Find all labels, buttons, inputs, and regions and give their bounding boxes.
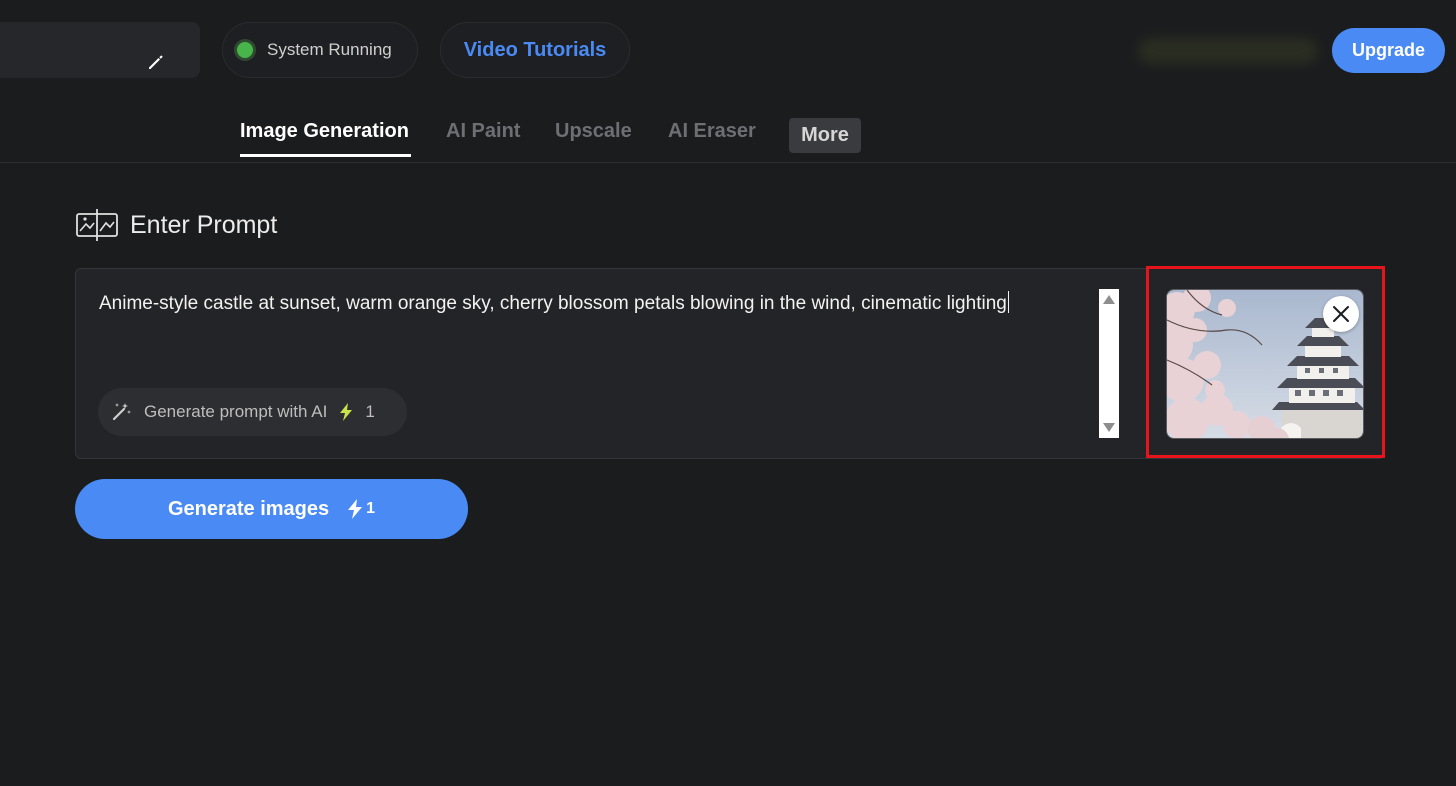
ai-prompt-label: Generate prompt with AI xyxy=(144,402,328,421)
generate-images-label: Generate images xyxy=(167,497,330,520)
tab-upscale[interactable]: Upscale xyxy=(555,120,632,143)
prompt-textarea[interactable]: Anime-style castle at sunset, warm orang… xyxy=(99,291,1089,316)
text-caret xyxy=(1007,291,1009,313)
top-bar: System Running Video Tutorials Upgrade xyxy=(0,0,1456,100)
prompt-text: Anime-style castle at sunset, warm orang… xyxy=(99,293,1007,314)
scroll-up-arrow-icon[interactable] xyxy=(1103,295,1115,304)
magic-wand-icon xyxy=(112,403,131,421)
close-icon xyxy=(1333,306,1349,322)
section-title: Enter Prompt xyxy=(130,210,278,239)
upgrade-button[interactable]: Upgrade xyxy=(1332,28,1445,73)
prompt-scrollbar[interactable] xyxy=(1099,289,1119,438)
generate-images-button[interactable]: Generate images 1 xyxy=(75,479,468,539)
blurred-account-chip xyxy=(1138,38,1318,64)
active-tab-underline xyxy=(240,154,411,157)
remove-image-button[interactable] xyxy=(1323,296,1359,332)
scroll-down-arrow-icon[interactable] xyxy=(1103,423,1115,432)
prompt-section-header: Enter Prompt xyxy=(76,208,277,242)
tab-ai-eraser[interactable]: AI Eraser xyxy=(668,120,756,143)
image-compare-icon xyxy=(76,209,118,241)
video-tutorials-label: Video Tutorials xyxy=(463,38,607,61)
generate-cost: 1 xyxy=(366,500,376,517)
tab-ai-paint[interactable]: AI Paint xyxy=(446,120,520,143)
tab-image-generation[interactable]: Image Generation xyxy=(240,120,409,143)
ai-prompt-cost: 1 xyxy=(365,402,375,421)
feature-tabs: Image Generation AI Paint Upscale AI Era… xyxy=(0,100,1456,163)
system-status-pill: System Running xyxy=(222,22,418,78)
project-name-box[interactable] xyxy=(0,22,200,78)
generate-prompt-with-ai-button[interactable]: Generate prompt with AI 1 xyxy=(98,388,407,436)
tab-more[interactable]: More xyxy=(789,118,861,153)
lightning-bolt-icon xyxy=(340,403,353,421)
prompt-card: Anime-style castle at sunset, warm orang… xyxy=(75,268,1385,459)
status-text: System Running xyxy=(267,40,392,59)
status-dot-icon xyxy=(237,42,253,58)
pencil-icon[interactable] xyxy=(146,52,166,72)
lightning-bolt-icon xyxy=(348,499,363,519)
video-tutorials-button[interactable]: Video Tutorials xyxy=(440,22,630,78)
